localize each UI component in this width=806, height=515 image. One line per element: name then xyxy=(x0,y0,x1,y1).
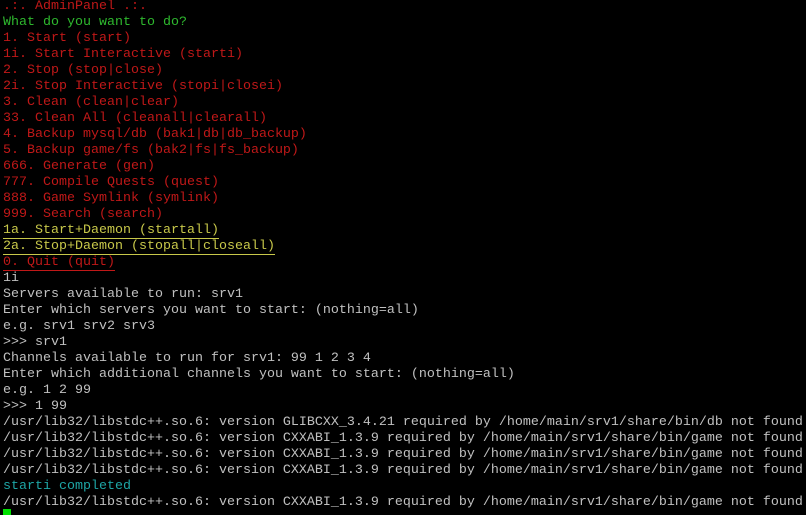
terminal-line: 4. Backup mysql/db (bak1|db|db_backup) xyxy=(3,127,806,143)
line-text: 1. Start (start) xyxy=(3,31,131,46)
terminal-line: >>> 1 99 xyxy=(3,399,806,415)
terminal-line: 1. Start (start) xyxy=(3,31,806,47)
terminal-line: 33. Clean All (cleanall|clearall) xyxy=(3,111,806,127)
terminal-line: Enter which servers you want to start: (… xyxy=(3,303,806,319)
terminal-line: 0. Quit (quit) xyxy=(3,255,806,271)
terminal-line: What do you want to do? xyxy=(3,15,806,31)
line-text: Enter which additional channels you want… xyxy=(3,367,515,382)
line-text: 3. Clean (clean|clear) xyxy=(3,95,179,110)
terminal-line: 888. Game Symlink (symlink) xyxy=(3,191,806,207)
terminal-line: 3. Clean (clean|clear) xyxy=(3,95,806,111)
terminal-line: 999. Search (search) xyxy=(3,207,806,223)
line-text: /usr/lib32/libstdc++.so.6: version CXXAB… xyxy=(3,463,803,478)
terminal-line: 1a. Start+Daemon (startall) xyxy=(3,223,806,239)
terminal-line: 1i xyxy=(3,271,806,287)
terminal-line: Enter which additional channels you want… xyxy=(3,367,806,383)
line-text: >>> srv1 xyxy=(3,335,67,350)
line-text: 2. Stop (stop|close) xyxy=(3,63,163,78)
line-text: >>> 1 99 xyxy=(3,399,67,414)
terminal-line: /usr/lib32/libstdc++.so.6: version CXXAB… xyxy=(3,463,806,479)
line-text: /usr/lib32/libstdc++.so.6: version GLIBC… xyxy=(3,415,803,430)
terminal-line: /usr/lib32/libstdc++.so.6: version GLIBC… xyxy=(3,415,806,431)
line-text: 999. Search (search) xyxy=(3,207,163,222)
line-text: Servers available to run: srv1 xyxy=(3,287,243,302)
terminal-line: /usr/lib32/libstdc++.so.6: version CXXAB… xyxy=(3,447,806,463)
line-text: /usr/lib32/libstdc++.so.6: version CXXAB… xyxy=(3,447,803,462)
line-text: 888. Game Symlink (symlink) xyxy=(3,191,219,206)
line-text: 2i. Stop Interactive (stopi|closei) xyxy=(3,79,283,94)
terminal-line: 1i. Start Interactive (starti) xyxy=(3,47,806,63)
menu-option-highlighted: 2a. Stop+Daemon (stopall|closeall) xyxy=(3,239,275,255)
line-text: e.g. srv1 srv2 srv3 xyxy=(3,319,155,334)
terminal-line: 666. Generate (gen) xyxy=(3,159,806,175)
line-text: Channels available to run for srv1: 99 1… xyxy=(3,351,371,366)
terminal-line: 2. Stop (stop|close) xyxy=(3,63,806,79)
line-text: e.g. 1 2 99 xyxy=(3,383,91,398)
terminal-line: Channels available to run for srv1: 99 1… xyxy=(3,351,806,367)
terminal-line: .:. AdminPanel .:. xyxy=(3,0,806,15)
terminal-line: e.g. 1 2 99 xyxy=(3,383,806,399)
menu-option-highlighted: 0. Quit (quit) xyxy=(3,255,115,271)
line-text: Enter which servers you want to start: (… xyxy=(3,303,419,318)
terminal-line: e.g. srv1 srv2 srv3 xyxy=(3,319,806,335)
terminal-line: 777. Compile Quests (quest) xyxy=(3,175,806,191)
terminal-line: /usr/lib32/libstdc++.so.6: version CXXAB… xyxy=(3,495,806,511)
line-text: /usr/lib32/libstdc++.so.6: version CXXAB… xyxy=(3,495,803,510)
line-text: 1i xyxy=(3,271,19,286)
line-text: 33. Clean All (cleanall|clearall) xyxy=(3,111,267,126)
terminal-line: 2a. Stop+Daemon (stopall|closeall) xyxy=(3,239,806,255)
terminal-output[interactable]: .:. AdminPanel .:. What do you want to do… xyxy=(3,0,806,511)
line-text: What do you want to do? xyxy=(3,15,187,30)
terminal-line: /usr/lib32/libstdc++.so.6: version CXXAB… xyxy=(3,431,806,447)
terminal-line: >>> srv1 xyxy=(3,335,806,351)
line-text: starti completed xyxy=(3,479,131,494)
terminal-line: Servers available to run: srv1 xyxy=(3,287,806,303)
terminal-line: starti completed xyxy=(3,479,806,495)
line-text: 666. Generate (gen) xyxy=(3,159,155,174)
line-text: /usr/lib32/libstdc++.so.6: version CXXAB… xyxy=(3,431,803,446)
line-text: 5. Backup game/fs (bak2|fs|fs_backup) xyxy=(3,143,299,158)
terminal-line: 2i. Stop Interactive (stopi|closei) xyxy=(3,79,806,95)
line-text: .:. AdminPanel .:. xyxy=(3,0,147,14)
terminal-cursor xyxy=(3,509,11,515)
line-text: 4. Backup mysql/db (bak1|db|db_backup) xyxy=(3,127,307,142)
terminal-line: 5. Backup game/fs (bak2|fs|fs_backup) xyxy=(3,143,806,159)
menu-option-highlighted: 1a. Start+Daemon (startall) xyxy=(3,223,219,239)
line-text: 1i. Start Interactive (starti) xyxy=(3,47,243,62)
line-text: 777. Compile Quests (quest) xyxy=(3,175,219,190)
